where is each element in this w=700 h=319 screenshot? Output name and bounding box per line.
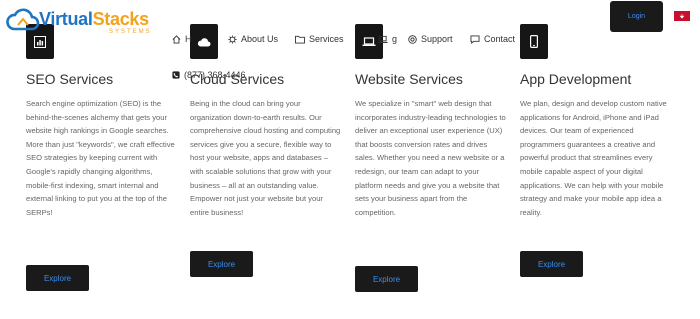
service-description: We specialize in "smart" web design that… (355, 99, 506, 217)
service-description: Search engine optimization (SEO) is the … (26, 99, 175, 217)
service-title: Website Services (355, 71, 463, 87)
cloud-icon (190, 24, 218, 59)
nav-label: g (392, 34, 398, 44)
chat-icon (470, 34, 480, 44)
phone-number[interactable]: (877) 368-4446 (172, 70, 246, 80)
service-description: Being in the cloud can bring your organi… (190, 99, 341, 217)
brand-name: VirtualStacks (39, 9, 149, 29)
cloud-logo-icon (6, 8, 40, 31)
service-description: We plan, design and develop custom nativ… (520, 99, 667, 217)
nav-label: Contact (484, 34, 516, 44)
flag-icon[interactable] (674, 11, 690, 21)
gear-icon (228, 34, 237, 44)
brand-subtitle: SYSTEMS (109, 29, 152, 35)
nav-label: Services (309, 34, 344, 44)
nav-label: About Us (241, 34, 279, 44)
nav-item-services[interactable]: Services (295, 34, 344, 44)
service-title: SEO Services (26, 71, 114, 87)
nav-item-about[interactable]: About Us (228, 34, 278, 44)
phone-label: (877) 368-4446 (184, 70, 246, 80)
nav-label: Support (421, 34, 453, 44)
phone-icon (172, 71, 180, 79)
explore-button-seo[interactable]: Explore (26, 265, 89, 291)
explore-button-cloud[interactable]: Explore (190, 251, 253, 277)
nav-item-support[interactable]: Support (408, 34, 453, 44)
folder-icon (295, 35, 305, 44)
login-button[interactable]: Login (610, 1, 663, 32)
mobile-icon (520, 24, 548, 59)
home-icon (172, 34, 181, 44)
logo[interactable]: VirtualStacks SYSTEMS (6, 5, 156, 37)
laptop-icon (378, 35, 388, 43)
nav-label: H (185, 34, 192, 44)
nav-item-home[interactable]: H (172, 34, 192, 44)
service-title: App Development (520, 71, 632, 87)
explore-button-website[interactable]: Explore (355, 266, 418, 292)
nav-item-portfolio[interactable]: g (378, 34, 397, 44)
nav-item-contact[interactable]: Contact (470, 34, 515, 44)
lifebuoy-icon (408, 34, 417, 44)
explore-button-app[interactable]: Explore (520, 251, 583, 277)
